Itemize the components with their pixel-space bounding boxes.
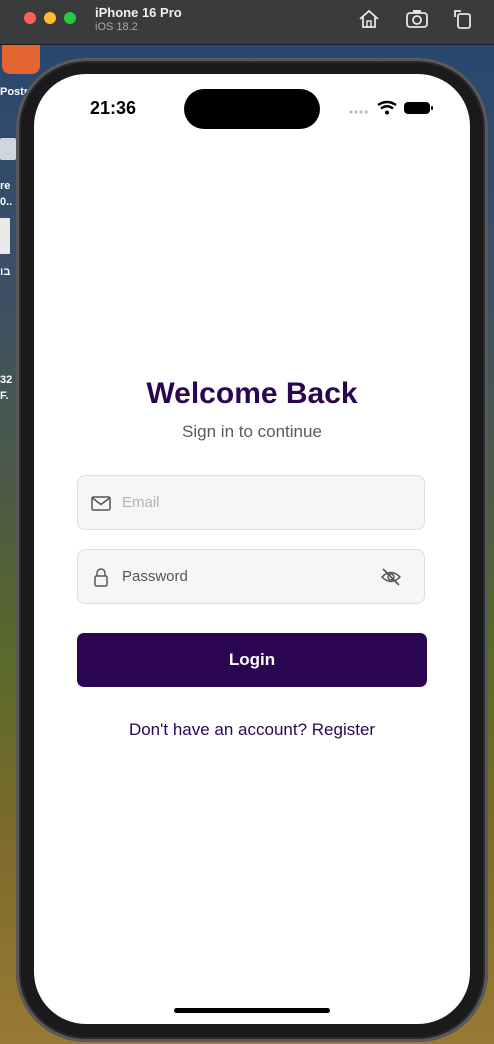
- mail-icon: [91, 496, 111, 511]
- login-button[interactable]: Login: [77, 633, 427, 687]
- desktop-file-icon[interactable]: [0, 138, 16, 160]
- rotate-icon[interactable]: [451, 8, 475, 30]
- minimize-window-button[interactable]: [44, 12, 56, 24]
- eye-off-icon[interactable]: [380, 567, 402, 587]
- status-icons: [349, 100, 433, 115]
- zoom-window-button[interactable]: [64, 12, 76, 24]
- status-time: 21:36: [90, 98, 137, 118]
- os-version: iOS 18.2: [95, 21, 138, 33]
- desktop-label: 0..: [0, 196, 13, 208]
- welcome-subtitle: Sign in to continue: [182, 422, 322, 441]
- app-screen: 21:36 Welcome Back Sign in to continue E…: [34, 74, 470, 1024]
- welcome-title: Welcome Back: [146, 377, 358, 410]
- email-placeholder: Email: [122, 494, 160, 511]
- home-indicator[interactable]: [174, 1008, 330, 1013]
- close-window-button[interactable]: [24, 12, 36, 24]
- desktop-label: re: [0, 180, 11, 192]
- email-field[interactable]: Email: [77, 475, 425, 530]
- desktop-label: F.: [0, 390, 9, 402]
- password-placeholder: Password: [122, 568, 188, 585]
- register-link[interactable]: Don't have an account? Register: [34, 720, 470, 740]
- desktop-label: בו: [0, 266, 11, 278]
- camera-icon[interactable]: [405, 8, 429, 30]
- battery-icon: [404, 102, 433, 114]
- device-name: iPhone 16 Pro: [95, 5, 182, 20]
- cellular-dots-icon: [349, 110, 368, 114]
- password-field[interactable]: Password: [77, 549, 425, 604]
- home-icon[interactable]: [357, 8, 381, 30]
- dynamic-island: [184, 89, 320, 129]
- lock-icon: [94, 568, 108, 587]
- desktop-file-icon[interactable]: [0, 218, 10, 254]
- wifi-icon: [377, 100, 397, 115]
- simulator-titlebar: iPhone 16 Pro iOS 18.2: [0, 0, 494, 45]
- desktop-label: 32: [0, 374, 13, 386]
